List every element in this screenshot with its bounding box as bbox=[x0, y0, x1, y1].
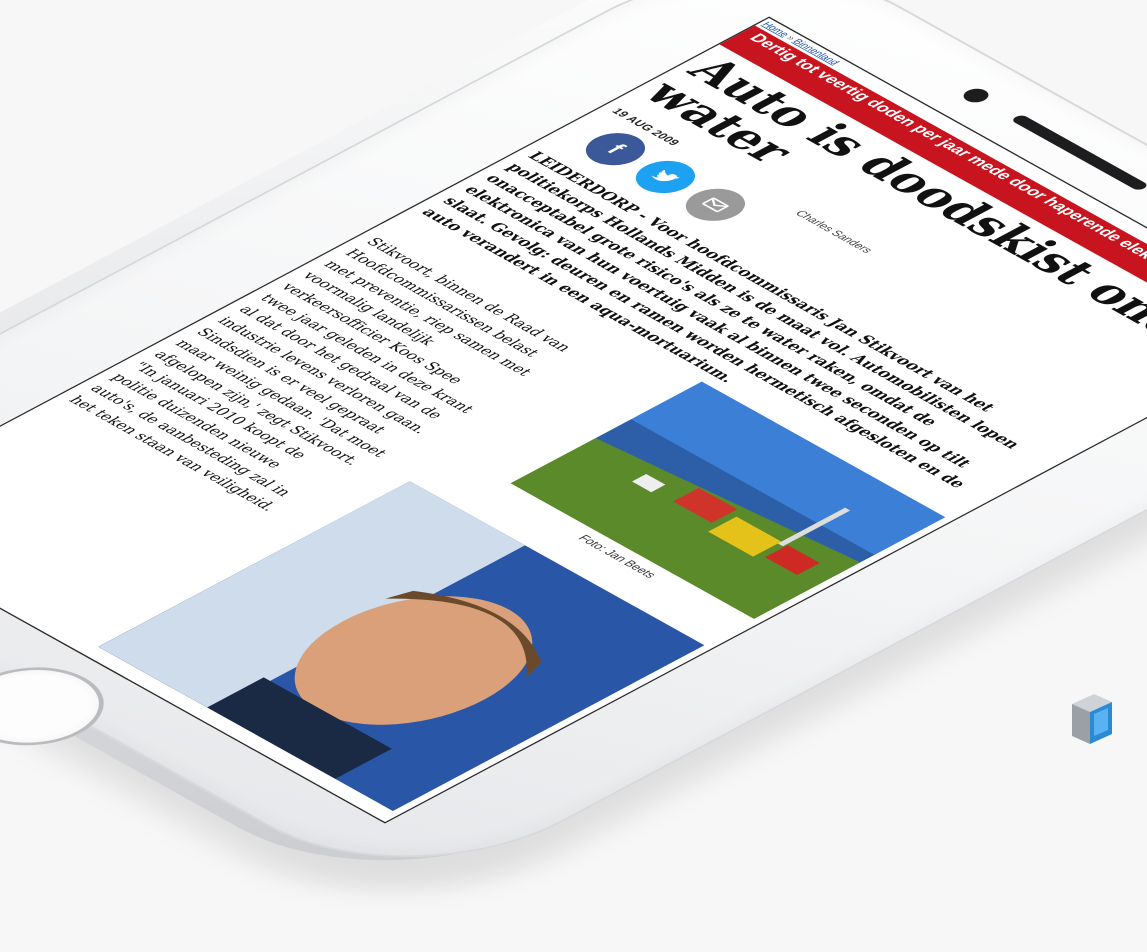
phone-screen: Home»Binnenland Dertig tot veertig doden… bbox=[0, 18, 1147, 823]
share-email-button[interactable] bbox=[673, 182, 758, 228]
brand-logo-icon bbox=[1072, 694, 1112, 744]
twitter-icon bbox=[651, 169, 680, 182]
mail-icon bbox=[702, 197, 729, 213]
facebook-icon: f bbox=[600, 140, 631, 157]
